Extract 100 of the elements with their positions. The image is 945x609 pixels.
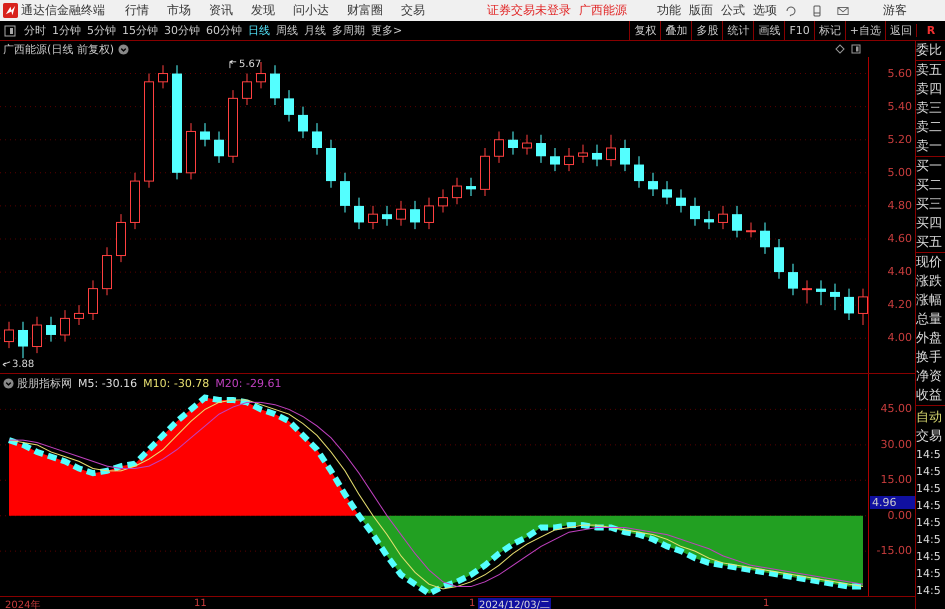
candlestick (382, 205, 392, 226)
candlestick (564, 147, 574, 172)
trade-label[interactable]: 交易 (916, 427, 945, 446)
menu-item[interactable]: 公式 (721, 2, 745, 19)
mode-label[interactable]: 自动 (916, 408, 945, 427)
period-tab[interactable]: 更多> (368, 23, 406, 38)
stock-name: 广西能源 (579, 2, 627, 19)
price-axis-label: 4.60 (888, 232, 912, 245)
candlestick (746, 222, 756, 238)
mail-icon[interactable] (837, 4, 849, 16)
indicator-axis-label: 15.00 (880, 473, 912, 486)
user-label[interactable]: 游客 (883, 2, 907, 19)
date-axis-label: 11 (193, 598, 208, 609)
candlestick (662, 180, 672, 205)
price-axis-label: 4.40 (888, 265, 912, 278)
candlestick (620, 139, 630, 172)
candlestick (830, 283, 840, 311)
candlestick (158, 64, 168, 89)
menu-item[interactable]: 功能 (657, 2, 681, 19)
candlestick (802, 280, 812, 304)
period-tab[interactable]: 60分钟 (203, 23, 245, 38)
candlestick (438, 188, 448, 214)
indicator-legend: M20: -29.61 (215, 377, 282, 390)
chevron-down-icon[interactable] (118, 44, 130, 54)
period-tab[interactable]: 月线 (301, 23, 329, 38)
candlestick (284, 90, 294, 122)
candlestick (46, 316, 56, 342)
low-price-marker: 3.88 (12, 359, 34, 370)
period-tab[interactable]: 周线 (273, 23, 301, 38)
candlestick (690, 197, 700, 226)
period-tab[interactable]: 15分钟 (119, 23, 161, 38)
price-axis-label: 5.20 (888, 132, 912, 146)
menu-item[interactable]: 问小达 (293, 2, 329, 19)
date-axis-label: 2024/12/03/二 (478, 598, 552, 609)
candlestick (676, 188, 686, 214)
price-axis-label: 5.40 (888, 100, 912, 113)
trade-time: 14:5 (916, 481, 942, 497)
date-axis-label: 2024年 (4, 599, 42, 609)
chevron-down-icon[interactable] (3, 378, 14, 389)
arrow-icon (2, 360, 11, 369)
quote-field-label: 涨幅 (916, 292, 943, 310)
candlestick (844, 288, 854, 321)
candlestick (312, 122, 322, 156)
quote-field-label: 卖一 (916, 138, 943, 156)
trade-time: 14:5 (916, 498, 942, 514)
quote-field-label: 买五 (916, 234, 943, 252)
period-tab[interactable]: 5分钟 (84, 23, 119, 38)
menu-item[interactable]: 行情 (125, 2, 149, 19)
candlestick (718, 205, 728, 230)
candlestick (494, 130, 504, 164)
window-icon[interactable] (851, 44, 861, 54)
quote-field-label: 外盘 (916, 330, 943, 348)
menu-item[interactable]: 资讯 (209, 2, 233, 19)
diamond-icon[interactable] (835, 44, 845, 54)
refresh-icon[interactable] (785, 4, 797, 16)
candlestick (704, 210, 714, 230)
menu-item[interactable]: 版面 (689, 2, 713, 19)
quote-field-label: 收益 (916, 387, 943, 405)
current-value-label: 4.96 (870, 496, 915, 509)
quote-field-label: 卖五 (916, 62, 943, 80)
candlestick (858, 288, 868, 326)
candlestick (4, 321, 14, 349)
candlestick (816, 280, 826, 306)
candlestick (648, 172, 658, 196)
period-tab[interactable]: 分时 (21, 23, 49, 38)
indicator-name[interactable]: 股朋指标网 (17, 376, 72, 391)
quote-field-label: 买三 (916, 196, 943, 214)
menu-item[interactable]: 发现 (251, 2, 275, 19)
menu-item[interactable]: 市场 (167, 2, 191, 19)
period-tab[interactable]: 1分钟 (49, 23, 84, 38)
candlestick (74, 304, 84, 326)
period-tab[interactable]: 多周期 (329, 23, 368, 38)
candlestick (522, 134, 532, 156)
candlestick (214, 130, 224, 164)
panel-toggle-icon[interactable] (4, 24, 16, 36)
candlestick (60, 310, 70, 342)
menu-item[interactable]: 选项 (753, 2, 777, 19)
quote-field-label: 总量 (916, 311, 943, 329)
period-tab[interactable]: 30分钟 (161, 23, 203, 38)
date-axis-label: 1 (762, 598, 770, 609)
candlestick (18, 321, 28, 359)
candlestick (298, 106, 308, 139)
menu-item[interactable]: 财富圈 (347, 2, 383, 19)
indicator-legend: M5: -30.16 (78, 377, 138, 390)
period-tab[interactable]: 日线 (245, 23, 273, 38)
trade-time: 14:5 (916, 566, 942, 582)
quote-field-label: 净资 (916, 368, 943, 386)
price-axis-label: 5.00 (888, 166, 912, 179)
trade-time: 14:5 (916, 549, 942, 565)
indicator-axis-label: 45.00 (880, 402, 912, 416)
candlestick (452, 177, 462, 205)
menu-item[interactable]: 交易 (401, 2, 425, 19)
chart-title: 广西能源(日线 前复权) (3, 42, 114, 56)
price-axis-label: 5.60 (888, 66, 912, 80)
candlestick (634, 156, 644, 188)
quote-field-label: 买四 (916, 215, 943, 233)
logo-icon (3, 3, 18, 18)
trade-time: 14:5 (916, 447, 942, 463)
phone-icon[interactable] (811, 4, 823, 16)
quote-field-label: 现价 (916, 254, 943, 272)
